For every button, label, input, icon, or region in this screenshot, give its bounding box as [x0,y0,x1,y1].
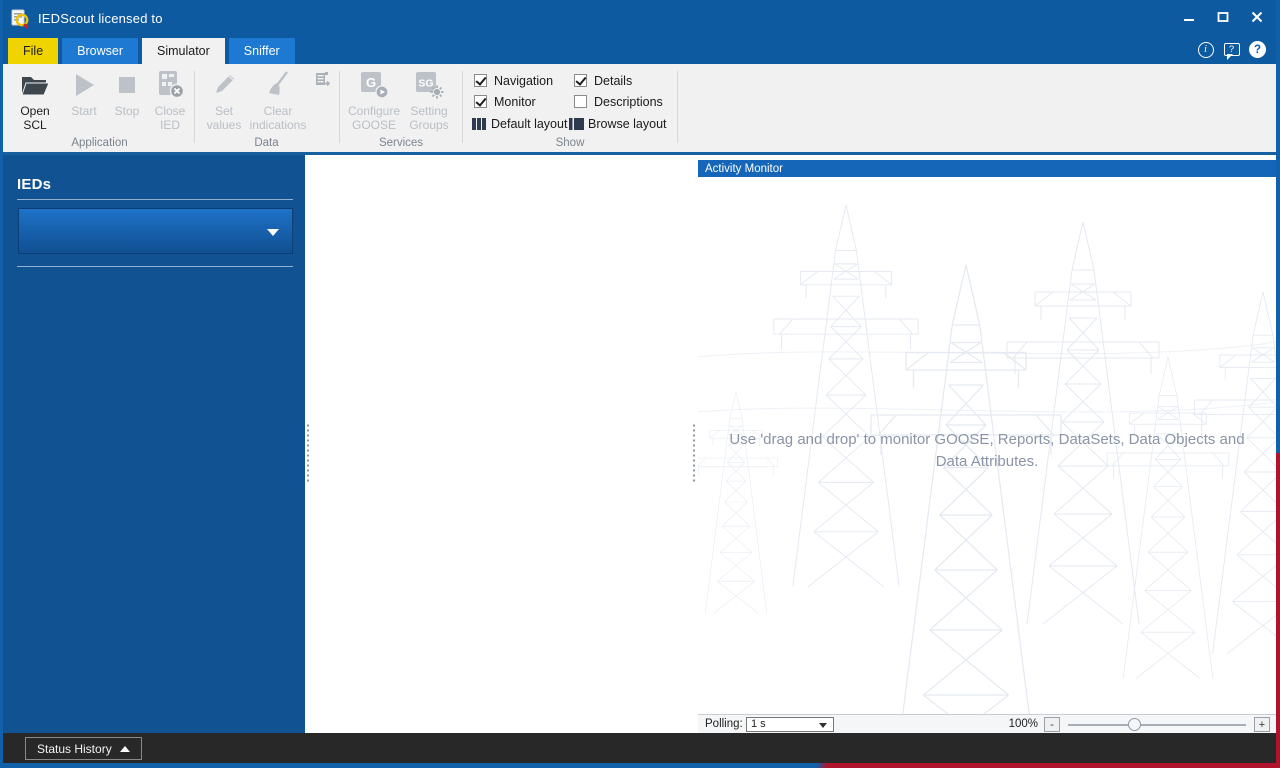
sidebar-divider [17,266,293,267]
maximize-icon [1217,12,1229,22]
ribbon-separator [339,71,340,143]
chevron-down-icon [267,229,279,236]
sidebar-divider [17,199,293,200]
zoom-slider-thumb[interactable] [1128,718,1141,731]
svg-text:SG: SG [418,78,433,90]
status-bar: Status History [3,733,1276,763]
document-export-icon [315,71,330,86]
window-title: IEDScout licensed to [38,11,163,26]
status-history-label: Status History [37,741,112,756]
activity-monitor-header: Activity Monitor [698,160,1276,177]
start-button[interactable]: Start [64,67,104,118]
minimize-icon [1184,19,1194,21]
zoom-slider[interactable] [1068,718,1246,731]
iedscout-window: IEDScout licensed to File Browser Simula… [0,0,1280,768]
checkbox-descriptions[interactable]: Descriptions [574,91,663,112]
zoom-out-button[interactable]: - [1044,717,1060,732]
activity-monitor-body[interactable]: Use 'drag and drop' to monitor GOOSE, Re… [698,177,1276,714]
details-checkbox-icon [574,74,587,87]
window-border-left [0,0,3,768]
group-label-show: Show [555,137,585,149]
group-label-services: Services [378,137,424,149]
help-button[interactable]: ? [1249,41,1266,58]
zoom-level-label: 100% [1008,718,1038,730]
ribbon-group-data: Set values Clear indications Data [196,64,337,150]
ieds-sidebar: IEDs [3,155,305,733]
descriptions-checkbox-icon [574,95,587,108]
configure-goose-button[interactable]: G Configure GOOSE [342,67,406,132]
ribbon-separator [194,71,195,143]
activity-monitor-title: Activity Monitor [705,162,783,175]
title-bar: IEDScout licensed to [0,0,1280,38]
stop-icon [119,77,135,93]
checkbox-details[interactable]: Details [574,70,663,91]
window-border-right [1276,0,1280,768]
polling-label: Polling: [705,718,743,730]
ribbon-separator [677,71,678,143]
right-splitter[interactable] [691,155,698,733]
browse-layout-button[interactable]: Browse layout [569,117,667,131]
chevron-up-icon [119,745,130,752]
feedback-button[interactable]: ? [1223,41,1240,60]
set-values-button[interactable]: Set values [198,67,250,132]
window-border-bottom [0,763,1280,768]
play-icon [76,74,94,96]
drag-drop-hint: Use 'drag and drop' to monitor GOOSE, Re… [729,431,1245,470]
about-button[interactable]: i [1197,41,1214,58]
activity-monitor-panel: Activity Monitor Use 'drag and drop' to … [698,155,1276,733]
zoom-in-button[interactable]: + [1254,717,1270,732]
group-label-data: Data [254,137,279,149]
group-label-application: Application [71,137,128,149]
ieds-heading: IEDs [17,176,52,193]
maximize-button[interactable] [1216,10,1230,24]
tab-simulator[interactable]: Simulator [142,38,225,64]
checkbox-navigation[interactable]: Navigation [474,70,553,91]
goose-icon: G [361,72,389,99]
navigation-checkbox-icon [474,74,487,87]
report-export-button[interactable] [311,68,333,90]
ribbon-group-show: Navigation Monitor Details Descriptions [464,64,676,150]
clear-indications-button[interactable]: Clear indications [244,67,312,132]
pencil-icon [216,75,234,93]
ribbon-group-application: Open SCL Start Stop Close IED Applicatio… [6,64,193,150]
ribbon: Open SCL Start Stop Close IED Applicatio… [0,64,1280,155]
checkbox-monitor[interactable]: Monitor [474,91,553,112]
navigation-panel [312,155,691,733]
close-ied-button[interactable]: Close IED [147,67,193,132]
close-icon [1251,11,1263,23]
ied-selector-dropdown[interactable] [18,208,293,254]
chevron-down-icon [819,723,827,728]
browse-layout-icon [569,118,584,130]
ribbon-tab-bar: File Browser Simulator Sniffer i ? ? [0,38,1280,64]
minimize-button[interactable] [1182,10,1196,24]
tab-file[interactable]: File [8,38,59,64]
open-scl-button[interactable]: Open SCL [11,67,59,132]
polling-interval-dropdown[interactable]: 1 s [746,717,834,732]
open-folder-icon [21,77,50,96]
help-icon: ? [1249,41,1266,58]
left-splitter[interactable] [305,155,312,733]
tab-sniffer[interactable]: Sniffer [228,38,295,64]
info-icon: i [1197,41,1214,58]
setting-groups-icon: SG [416,72,444,99]
polling-interval-value: 1 s [751,718,766,730]
polling-bar: Polling: 1 s 100% - + [698,714,1276,733]
status-history-button[interactable]: Status History [25,737,142,760]
svg-text:G: G [366,75,376,90]
ribbon-separator [462,71,463,143]
ribbon-group-services: G Configure GOOSE SG Setting Groups Serv… [341,64,461,150]
iedscout-app-icon [11,9,29,29]
splitter-grip-icon [306,423,311,483]
feedback-icon: ? [1223,43,1240,60]
default-layout-button[interactable]: Default layout [472,117,567,131]
broom-icon [269,71,288,95]
monitor-checkbox-icon [474,95,487,108]
splitter-grip-icon [692,423,697,483]
default-layout-icon [472,118,486,130]
stop-button[interactable]: Stop [106,67,148,118]
tab-browser[interactable]: Browser [62,38,138,64]
setting-groups-button[interactable]: SG Setting Groups [401,67,457,132]
close-button[interactable] [1250,10,1264,24]
ied-close-icon [159,71,185,99]
